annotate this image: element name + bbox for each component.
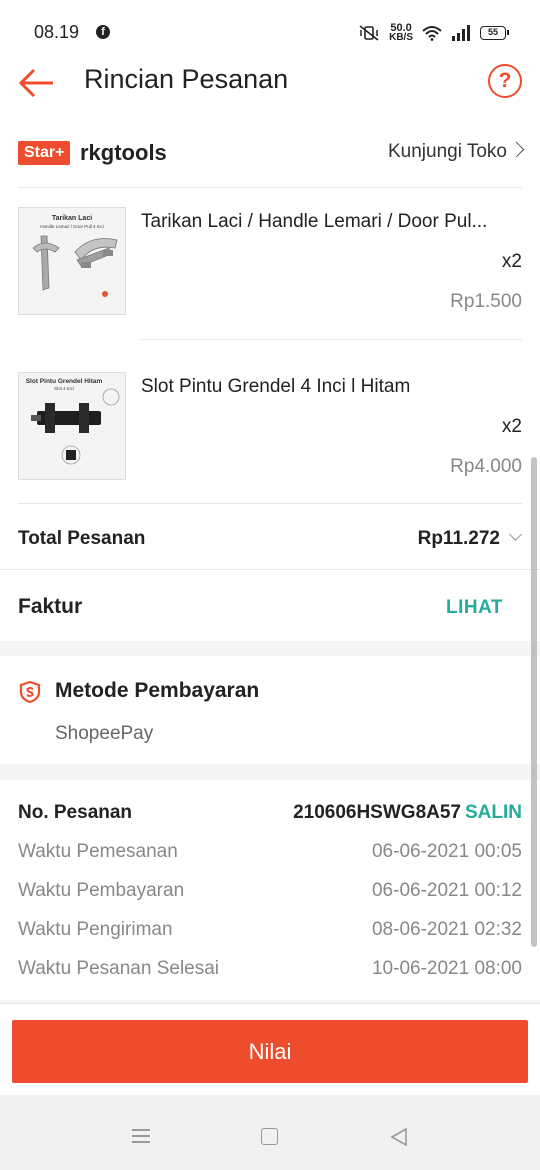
home-icon[interactable] [261,1128,278,1145]
wifi-icon [422,26,442,41]
product-item[interactable]: Slot Pintu Grendel Hitam Slot 4 Inci Slo… [18,372,522,522]
shield-icon [19,680,41,704]
signal-icon [452,25,470,41]
page-title: Rincian Pesanan [84,64,289,94]
payment-time-label: Waktu Pembayaran [18,880,185,901]
order-number-value: 210606HSWG8A57 [293,802,461,823]
product-item[interactable]: Tarikan Laci Handle Lemari / Door Pull 4… [18,207,522,357]
product-name: Tarikan Laci / Handle Lemari / Door Pul.… [141,211,488,232]
battery-icon: 55 [480,26,509,40]
completed-time-row: Waktu Pesanan Selesai 10-06-2021 08:00 [18,958,522,988]
facebook-icon: f [96,25,110,39]
payment-time-value: 06-06-2021 00:12 [371,880,522,901]
order-number-label: No. Pesanan [18,802,133,823]
visit-shop-link[interactable]: Kunjungi Toko [387,141,525,163]
payment-method-title: Metode Pembayaran [55,679,260,702]
rate-button[interactable]: Nilai [12,1020,528,1083]
back-button[interactable] [18,64,56,102]
help-button[interactable]: ? [488,64,522,98]
product-price: Rp4.000 [450,456,522,477]
network-speed-unit: KB/S [389,32,413,43]
network-speed: 50.0 KB/S [389,23,413,43]
order-time-label: Waktu Pemesanan [18,841,178,862]
order-total-row[interactable]: Total Pesanan Rp11.272 [18,503,522,569]
view-invoice-button[interactable]: LIHAT [446,597,503,619]
payment-method-value: ShopeePay [55,723,154,744]
shipping-time-value: 08-06-2021 02:32 [371,919,522,940]
completed-time-value: 10-06-2021 08:00 [371,958,522,979]
divider [141,339,522,340]
chevron-down-icon [509,528,522,541]
product-thumbnail: Tarikan Laci Handle Lemari / Door Pull 4… [18,207,126,315]
app-header: Rincian Pesanan ? [0,60,540,122]
product-quantity: x2 [501,251,522,272]
product-name: Slot Pintu Grendel 4 Inci l Hitam [141,376,411,397]
thumb-subtitle: Handle Lemari / Door Pull 4 Inci [40,224,104,229]
copy-order-number-button[interactable]: SALIN [465,802,522,823]
back-triangle-icon[interactable] [389,1127,409,1147]
chevron-right-icon [508,141,525,158]
visit-shop-label: Kunjungi Toko [387,141,507,162]
order-items-card: Star+ rkgtools Kunjungi Toko Tarikan Lac… [0,122,540,641]
status-icons: 50.0 KB/S 55 [358,22,509,44]
order-time-row: Waktu Pemesanan 06-06-2021 00:05 [18,841,522,871]
bottom-action-bar: Nilai [0,1003,540,1095]
status-time: 08.19 [34,22,80,42]
shipping-time-row: Waktu Pengiriman 08-06-2021 02:32 [18,919,522,949]
order-total-value: Rp11.272 [417,528,500,549]
mute-vibrate-icon [359,25,379,41]
order-info-card: No. Pesanan 210606HSWG8A57 SALIN Waktu Pe… [0,780,540,1000]
product-thumbnail: Slot Pintu Grendel Hitam Slot 4 Inci [18,372,126,480]
shipping-time-label: Waktu Pengiriman [18,919,173,940]
payment-time-row: Waktu Pembayaran 06-06-2021 00:12 [18,880,522,910]
payment-method-card: Metode Pembayaran ShopeePay [0,656,540,764]
product-quantity: x2 [501,416,522,437]
product-price: Rp1.500 [450,291,522,312]
thumb-title: Slot Pintu Grendel Hitam [26,378,103,385]
invoice-row: Faktur LIHAT [0,569,540,641]
thumb-subtitle: Slot 4 Inci [54,386,74,391]
shop-name: rkgtools [80,140,167,165]
thumb-title: Tarikan Laci [52,215,92,222]
status-bar: 08.19 f 50.0 KB/S 55 [0,0,540,60]
arrow-left-icon [18,68,53,98]
menu-icon[interactable] [132,1129,150,1143]
shop-row[interactable]: Star+ rkgtools Kunjungi Toko [18,130,525,188]
scrollbar[interactable] [531,457,537,947]
order-total-label: Total Pesanan [18,528,146,549]
completed-time-label: Waktu Pesanan Selesai [18,958,220,979]
order-number-row: No. Pesanan 210606HSWG8A57 SALIN [18,802,522,832]
star-plus-badge: Star+ [18,141,71,165]
order-time-value: 06-06-2021 00:05 [371,841,522,862]
system-nav-bar [0,1095,540,1170]
invoice-label: Faktur [18,595,83,618]
